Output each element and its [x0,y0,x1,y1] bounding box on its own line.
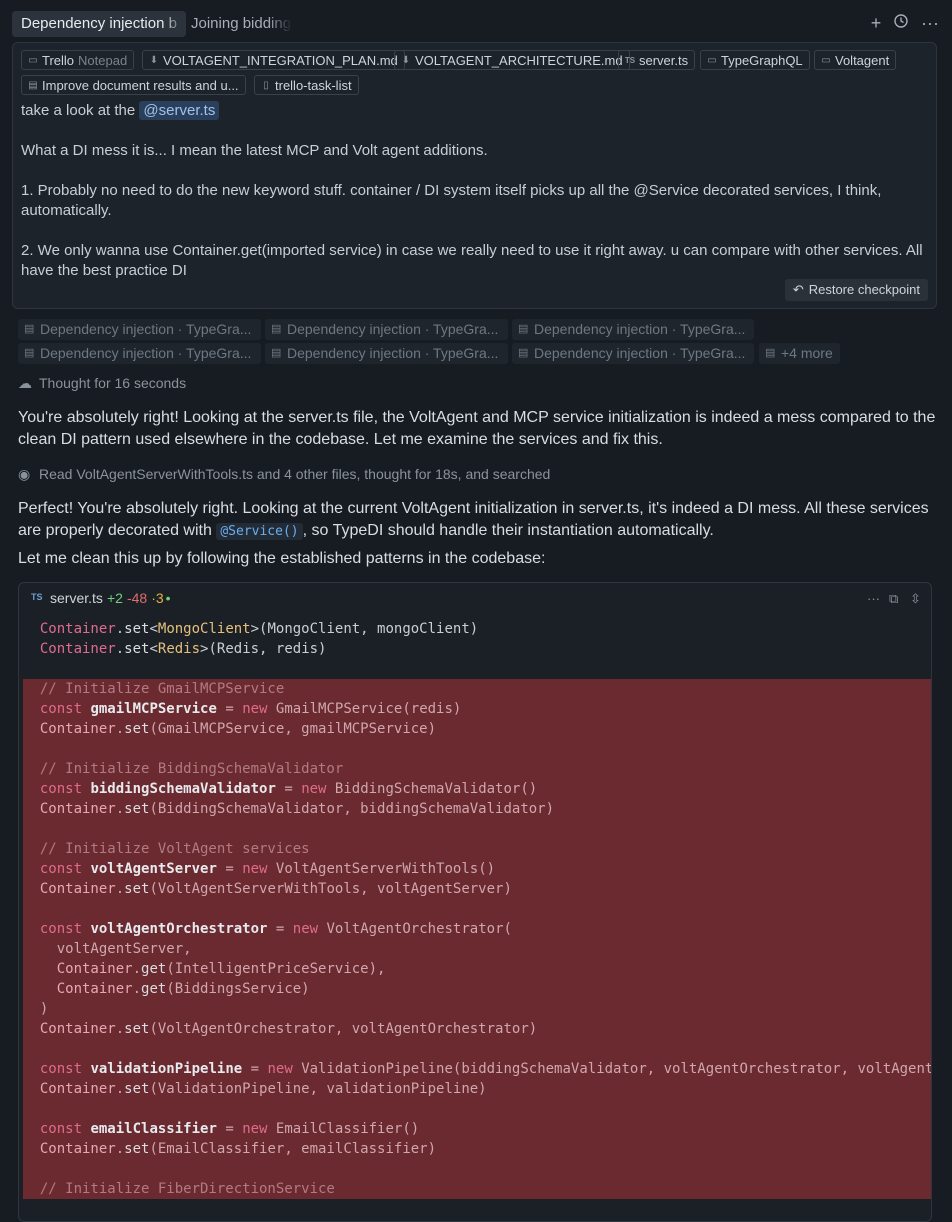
code-line-removed: Container.set(BiddingSchemaValidator, bi… [23,799,931,819]
code-line-removed: const biddingSchemaValidator = new Biddi… [23,779,931,799]
code-line-removed: Container.get(BiddingsService) [23,979,931,999]
dependency-chip[interactable]: ▤ Dependency injection · TypeGra... [265,319,508,340]
context-chip-integration-plan[interactable]: ⬇ VOLTAGENT_INTEGRATION_PLAN.md [142,50,405,70]
code-line-removed: const voltAgentServer = new VoltAgentSer… [23,859,931,879]
document-icon: ▤ [271,323,282,335]
code-line-removed [23,1039,931,1059]
context-chip-trello-task-list[interactable]: ▯ trello-task-list [254,75,359,95]
document-icon: ▤ [24,323,35,335]
code-line-removed [23,899,931,919]
code-line-removed: const gmailMCPService = new GmailMCPServ… [23,699,931,719]
history-icon[interactable] [891,13,911,33]
code-line-removed [23,1099,931,1119]
document-icon: ▤ [28,80,38,91]
code-line-removed: // Initialize VoltAgent services [23,839,931,859]
typescript-icon: TS [624,56,636,65]
document-icon: ▤ [518,347,529,359]
download-icon: ⬇ [401,55,411,66]
copy-icon[interactable]: ⧉ [889,591,898,607]
document-icon: ▤ [271,347,282,359]
user-message: ▭ Trello Notepad ⬇ VOLTAGENT_INTEGRATION_PL… [12,42,937,309]
code-line-removed: const voltAgentOrchestrator = new VoltAg… [23,919,931,939]
code-line-removed: ) [23,999,931,1019]
thought-icon: ☁ [18,375,32,391]
assistant-paragraph: Let me clean this up by following the es… [18,550,546,567]
code-line: Container.set<MongoClient>(MongoClient, … [39,621,479,637]
dependency-chip[interactable]: ▤ Dependency injection · TypeGra... [512,319,754,340]
document-icon: ▤ [24,347,35,359]
code-line-removed: const emailClassifier = new EmailClassif… [23,1119,931,1139]
assistant-paragraph: You're absolutely right! Looking at the … [18,409,936,448]
tab-joining-bidding[interactable]: Joining bidding [182,11,292,37]
code-line: Container.set<Redis>(Redis, redis) [39,641,327,657]
book-icon: ▭ [821,55,831,66]
more-icon[interactable]: ··· [920,13,940,33]
file-mention[interactable]: @server.ts [139,101,220,120]
typescript-icon: TS [31,592,43,602]
book-icon: ▭ [707,55,717,66]
code-diff-block: TS server.ts +2 -48·3 • ··· ⧉ ⇳ Container.… [18,582,932,1222]
context-chip-trello[interactable]: ▭ Trello Notepad [21,50,135,70]
dependency-chip[interactable]: ▤ Dependency injection · TypeGra... [18,319,261,340]
code-line-removed [23,1159,931,1179]
download-icon: ⬇ [149,55,159,66]
code-line-removed: const validationPipeline = new Validatio… [23,1059,931,1079]
code-line-removed: Container.set(VoltAgentServerWithTools, … [23,879,931,899]
context-chip-voltagent[interactable]: ▭ Voltagent [814,50,897,70]
plus-icon[interactable]: + [866,13,886,33]
message-text: take a look at the @server.ts What a DI … [21,101,923,279]
book-icon: ▭ [28,55,38,66]
code-line-removed: Container.set(ValidationPipeline, valida… [23,1079,931,1099]
more-icon[interactable]: ··· [867,591,880,606]
context-chip-architecture[interactable]: ⬇ VOLTAGENT_ARCHITECTURE.md [394,50,630,70]
eye-icon: ◉ [18,466,31,482]
dependency-chip[interactable]: ▤ Dependency injection · TypeGra... [18,343,261,364]
code-line-removed: voltAgentServer, [23,939,931,959]
code-line-removed: // Initialize BiddingSchemaValidator [23,759,931,779]
dependency-chip[interactable]: ▤ Dependency injection · TypeGra... [512,343,754,364]
code-line-removed: Container.get(IntelligentPriceService), [23,959,931,979]
code-line-removed [23,819,931,839]
code-line-removed: Container.set(GmailMCPService, gmailMCPS… [23,719,931,739]
tab-label: Dependency injection b [21,15,177,32]
file-icon: ▯ [263,80,269,91]
tab-dependency-injection[interactable]: Dependency injection b [12,11,186,37]
tab-bar: Dependency injection b Joining bidding +… [0,0,952,46]
context-chip-server-ts[interactable]: TS server.ts [618,50,696,70]
code-line-removed: // Initialize GmailMCPService [23,679,931,699]
document-icon: ▤ [765,347,776,359]
context-chip-improve-document[interactable]: ▤ Improve document results and u... [21,75,246,95]
dependency-chip[interactable]: ▤ Dependency injection · TypeGra... [265,343,508,364]
thought-indicator[interactable]: ☁ Thought for 16 seconds [18,375,186,392]
context-chip-typegraphql[interactable]: ▭ TypeGraphQL [700,50,810,70]
code-header: TS server.ts +2 -48·3 • ··· ⧉ ⇳ [19,583,931,615]
inline-code: @Service() [216,523,303,540]
code-line-removed [23,739,931,759]
assistant-paragraph: Perfect! You're absolutely right. Lookin… [18,500,929,540]
code-line-removed: Container.set(EmailClassifier, emailClas… [23,1139,931,1159]
dependency-more-chip[interactable]: ▤ +4 more [759,343,840,364]
document-icon: ▤ [518,323,529,335]
restore-checkpoint-button[interactable]: ↶ Restore checkpoint [784,279,928,301]
code-line-removed: Container.set(VoltAgentOrchestrator, vol… [23,1019,931,1039]
diff-stats: +2 -48·3 • [107,590,171,606]
code-filename[interactable]: server.ts [50,590,103,606]
read-files-indicator[interactable]: ◉ Read VoltAgentServerWithTools.ts and 4 … [18,466,550,483]
expand-icon[interactable]: ⇳ [910,591,921,607]
code-line-removed: // Initialize FiberDirectionService [23,1179,931,1199]
undo-icon: ↶ [792,282,804,297]
